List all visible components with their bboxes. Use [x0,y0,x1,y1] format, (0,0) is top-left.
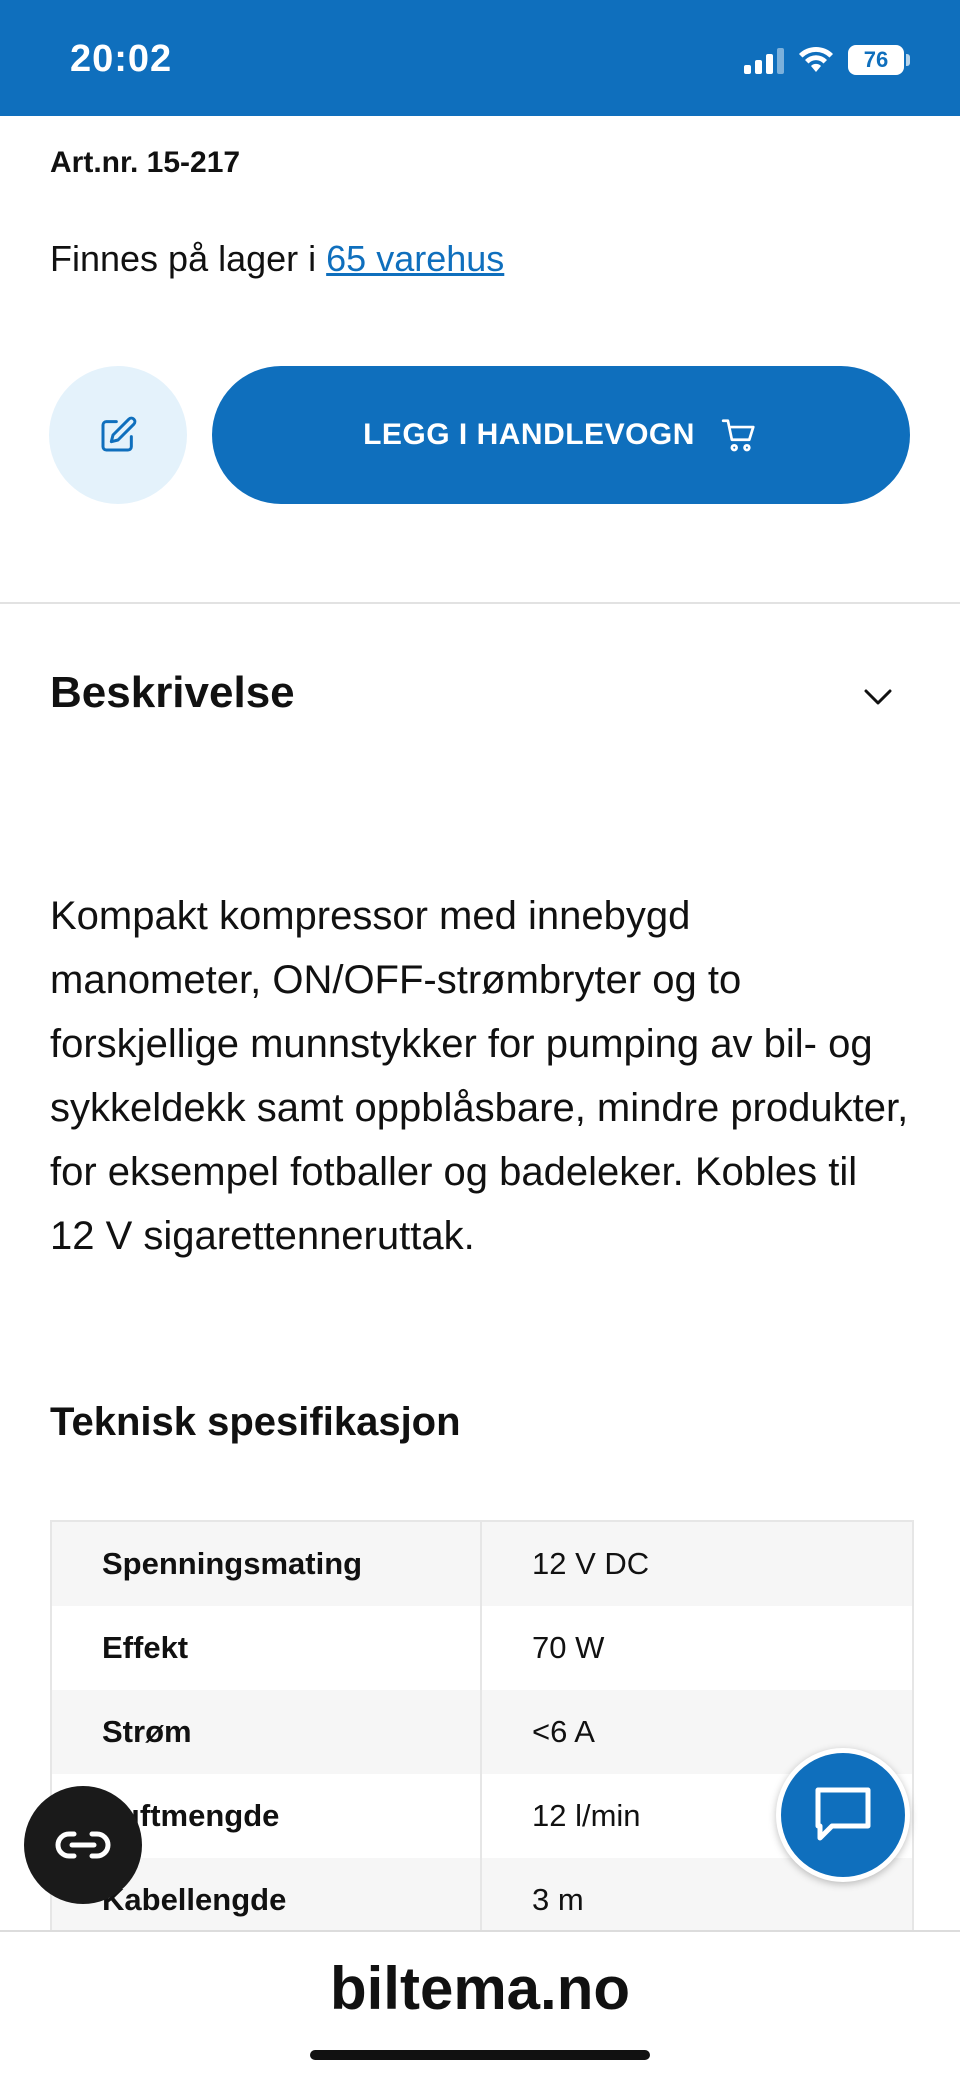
add-to-cart-button[interactable]: LEGG I HANDLEVOGN [212,366,910,504]
cellular-signal-icon [744,46,784,74]
domain-label[interactable]: biltema.no [0,1954,960,2023]
table-row: Strøm <6 A [52,1690,912,1774]
spec-value: 12 l/min [532,1798,641,1833]
article-number: Art.nr. 15-217 [50,146,241,179]
section-divider [0,602,960,604]
stock-info: Finnes på lager i 65 varehus [50,238,504,280]
add-to-cart-label: LEGG I HANDLEVOGN [363,418,695,451]
edit-note-button[interactable] [49,366,187,504]
stock-prefix: Finnes på lager i [50,238,327,279]
spec-key: Strøm [52,1690,482,1774]
product-title-cutoff [50,94,550,118]
privacy-icon [55,1831,111,1859]
chat-button[interactable] [776,1748,910,1882]
spec-value: 70 W [532,1630,605,1665]
browser-address-bar[interactable]: biltema.no [0,1930,960,2080]
spec-value: <6 A [532,1714,595,1749]
home-indicator[interactable] [310,2050,650,2060]
status-icons: 76 [744,42,910,78]
status-time: 20:02 [70,38,173,80]
edit-icon [101,416,137,452]
description-text: Kompakt kompressor med innebygd manomete… [50,894,909,1258]
table-row: Effekt 70 W [52,1606,912,1690]
spec-heading: Teknisk spesifikasjon [50,1400,461,1444]
cart-icon [721,419,755,452]
spec-key: Spenningsmating [52,1522,482,1606]
spec-value: 12 V DC [532,1546,650,1581]
spec-table: Spenningsmating 12 V DC Effekt 70 W Strø… [50,1520,914,1942]
chevron-down-icon[interactable] [860,682,896,712]
wifi-icon [799,46,833,72]
description-heading[interactable]: Beskrivelse [50,668,295,718]
battery-icon: 76 [848,45,904,75]
spec-key: Effekt [52,1606,482,1690]
table-row: Spenningsmating 12 V DC [52,1522,912,1606]
spec-value: 3 m [532,1882,584,1917]
cookie-settings-button[interactable] [24,1786,142,1904]
chat-icon [815,1787,871,1841]
stock-stores-link[interactable]: 65 varehus [326,238,504,279]
battery-tip [906,54,910,66]
